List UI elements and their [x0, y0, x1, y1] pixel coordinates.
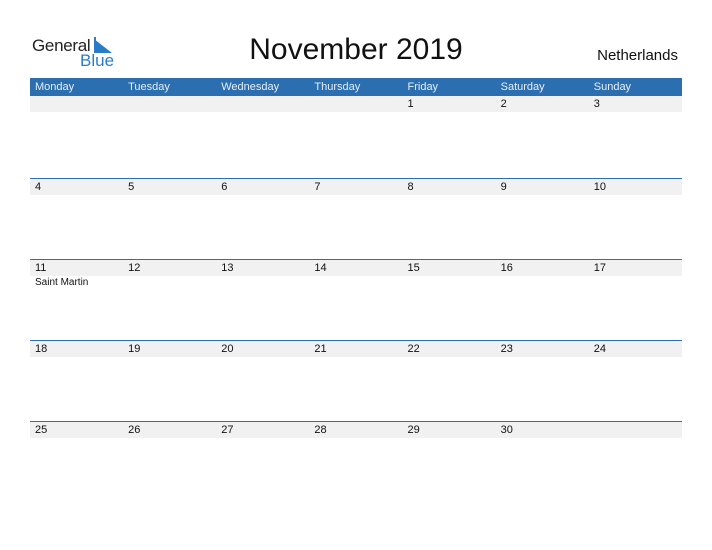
holiday-label [30, 357, 123, 358]
day-number: 29 [407, 424, 420, 436]
day-number: 25 [35, 424, 48, 436]
weekday-tuesday: Tuesday [128, 81, 170, 93]
day-number: 18 [35, 343, 48, 355]
day-number [123, 96, 216, 112]
weekday-thursday: Thursday [314, 81, 361, 93]
holiday-label [216, 276, 309, 289]
day-number: 26 [128, 424, 141, 436]
day-number: 22 [407, 343, 420, 355]
holiday-label [496, 438, 589, 439]
day-number: 11 [35, 262, 47, 274]
date-band: 18 19 20 21 22 23 24 [30, 341, 682, 357]
holiday-label: Saint Martin [35, 277, 89, 288]
day-number: 7 [314, 181, 321, 193]
day-number: 20 [221, 343, 234, 355]
day-number: 28 [314, 424, 327, 436]
day-number: 10 [593, 181, 606, 193]
holiday-label [30, 195, 123, 196]
holiday-label [589, 357, 682, 358]
day-number: 19 [128, 343, 141, 355]
holiday-label [403, 112, 496, 113]
week-row: 11 12 13 14 15 16 17 Saint Martin [30, 259, 682, 340]
day-number: 5 [128, 181, 135, 193]
events-row [30, 357, 682, 358]
holiday-label [496, 357, 589, 358]
holiday-label [309, 276, 402, 289]
holiday-label [589, 112, 682, 113]
holiday-label [496, 195, 589, 196]
holiday-label [30, 112, 123, 113]
weekday-friday: Friday [407, 81, 439, 93]
holiday-label [403, 438, 496, 439]
day-number: 24 [593, 343, 606, 355]
date-band: 11 12 13 14 15 16 17 [30, 260, 682, 276]
date-band: 25 26 27 28 29 30 [30, 422, 682, 438]
holiday-label [216, 357, 309, 358]
weekday-header: Monday Tuesday Wednesday Thursday Friday… [30, 78, 682, 96]
holiday-label [123, 112, 216, 113]
holiday-label [496, 112, 589, 113]
events-row [30, 195, 682, 196]
day-number: 9 [500, 181, 507, 193]
date-band: 1 2 3 [30, 96, 682, 112]
holiday-label [309, 438, 402, 439]
week-row: 25 26 27 28 29 30 [30, 421, 682, 502]
holiday-label [589, 195, 682, 196]
week-row: 1 2 3 [30, 96, 682, 178]
week-row: 18 19 20 21 22 23 24 [30, 340, 682, 421]
day-number: 2 [500, 98, 507, 110]
holiday-label [496, 276, 589, 289]
holiday-label [216, 195, 309, 196]
week-row: 4 5 6 7 8 9 10 [30, 178, 682, 259]
calendar-grid: Monday Tuesday Wednesday Thursday Friday… [30, 78, 682, 502]
date-band: 4 5 6 7 8 9 10 [30, 179, 682, 195]
day-number: 8 [407, 181, 414, 193]
events-row: Saint Martin [30, 276, 682, 289]
holiday-label [309, 112, 402, 113]
day-number: 15 [407, 262, 420, 274]
holiday-label [403, 195, 496, 196]
day-number [30, 96, 123, 112]
holiday-label [123, 276, 216, 289]
holiday-label [309, 357, 402, 358]
holiday-label [589, 276, 682, 289]
day-number: 12 [128, 262, 141, 274]
day-number: 14 [314, 262, 327, 274]
holiday-label [123, 195, 216, 196]
weekday-saturday: Saturday [500, 81, 545, 93]
holiday-label [403, 276, 496, 289]
day-number [589, 422, 682, 438]
holiday-label [123, 357, 216, 358]
holiday-label [216, 438, 309, 439]
day-number: 21 [314, 343, 327, 355]
day-number: 30 [500, 424, 513, 436]
day-number: 17 [593, 262, 606, 274]
events-row [30, 112, 682, 113]
holiday-label [309, 195, 402, 196]
weekday-wednesday: Wednesday [221, 81, 280, 93]
day-number: 13 [221, 262, 234, 274]
holiday-label [123, 438, 216, 439]
day-number: 23 [500, 343, 513, 355]
holiday-label [589, 438, 682, 439]
day-number: 27 [221, 424, 234, 436]
day-number: 16 [500, 262, 513, 274]
day-number: 6 [221, 181, 228, 193]
day-number [309, 96, 402, 112]
events-row [30, 438, 682, 439]
holiday-label [30, 438, 123, 439]
holiday-label [216, 112, 309, 113]
country-label: Netherlands [597, 47, 678, 64]
day-number [216, 96, 309, 112]
day-number: 3 [593, 98, 600, 110]
weekday-sunday: Sunday [593, 81, 632, 93]
weekday-monday: Monday [35, 81, 75, 93]
day-number: 1 [407, 98, 414, 110]
day-number: 4 [35, 181, 42, 193]
holiday-label [403, 357, 496, 358]
